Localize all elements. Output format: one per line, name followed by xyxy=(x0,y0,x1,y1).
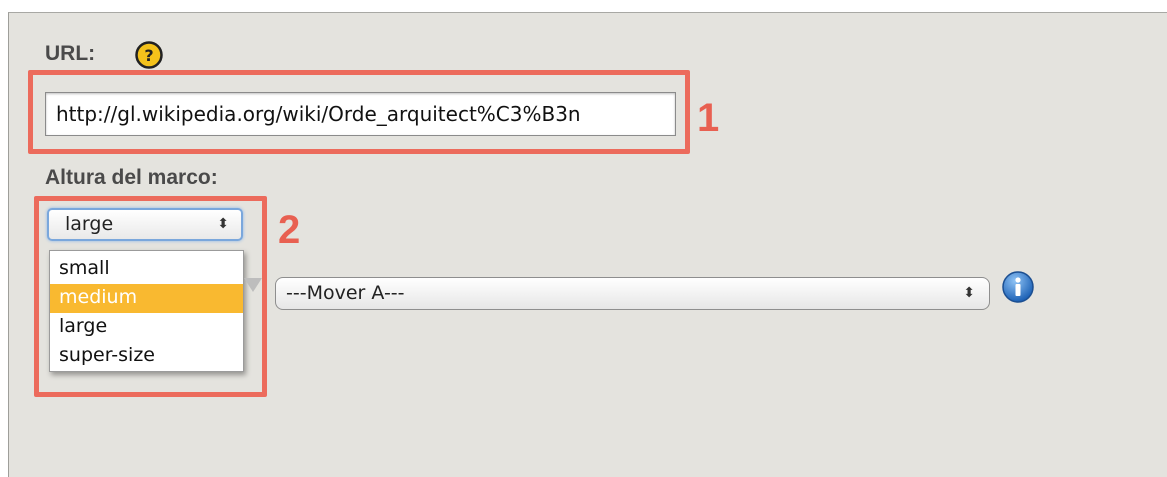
option-medium[interactable]: medium xyxy=(50,284,243,313)
url-label: URL: xyxy=(45,42,96,65)
option-large[interactable]: large xyxy=(50,313,243,342)
select-arrows-icon: ⬍ xyxy=(217,216,229,232)
triangle-down-icon xyxy=(244,278,262,292)
select-arrows-icon: ⬍ xyxy=(963,285,975,301)
option-super-size[interactable]: super-size xyxy=(50,342,243,371)
frame-height-select[interactable]: large ⬍ xyxy=(47,208,243,241)
callout-number-2: 2 xyxy=(278,208,301,252)
frame-height-label: Altura del marco: xyxy=(45,166,218,189)
option-small[interactable]: small xyxy=(50,255,243,284)
info-icon[interactable] xyxy=(1001,270,1035,304)
frame-height-dropdown: small medium large super-size xyxy=(49,250,244,372)
help-icon[interactable]: ? xyxy=(134,40,164,70)
move-to-select[interactable]: ---Mover A--- ⬍ xyxy=(275,277,990,310)
move-to-selected-value: ---Mover A--- xyxy=(286,282,405,304)
frame-height-selected-value: large xyxy=(65,213,114,235)
callout-number-1: 1 xyxy=(697,96,720,140)
url-input[interactable]: http://gl.wikipedia.org/wiki/Orde_arquit… xyxy=(45,92,676,136)
svg-text:?: ? xyxy=(144,46,153,65)
